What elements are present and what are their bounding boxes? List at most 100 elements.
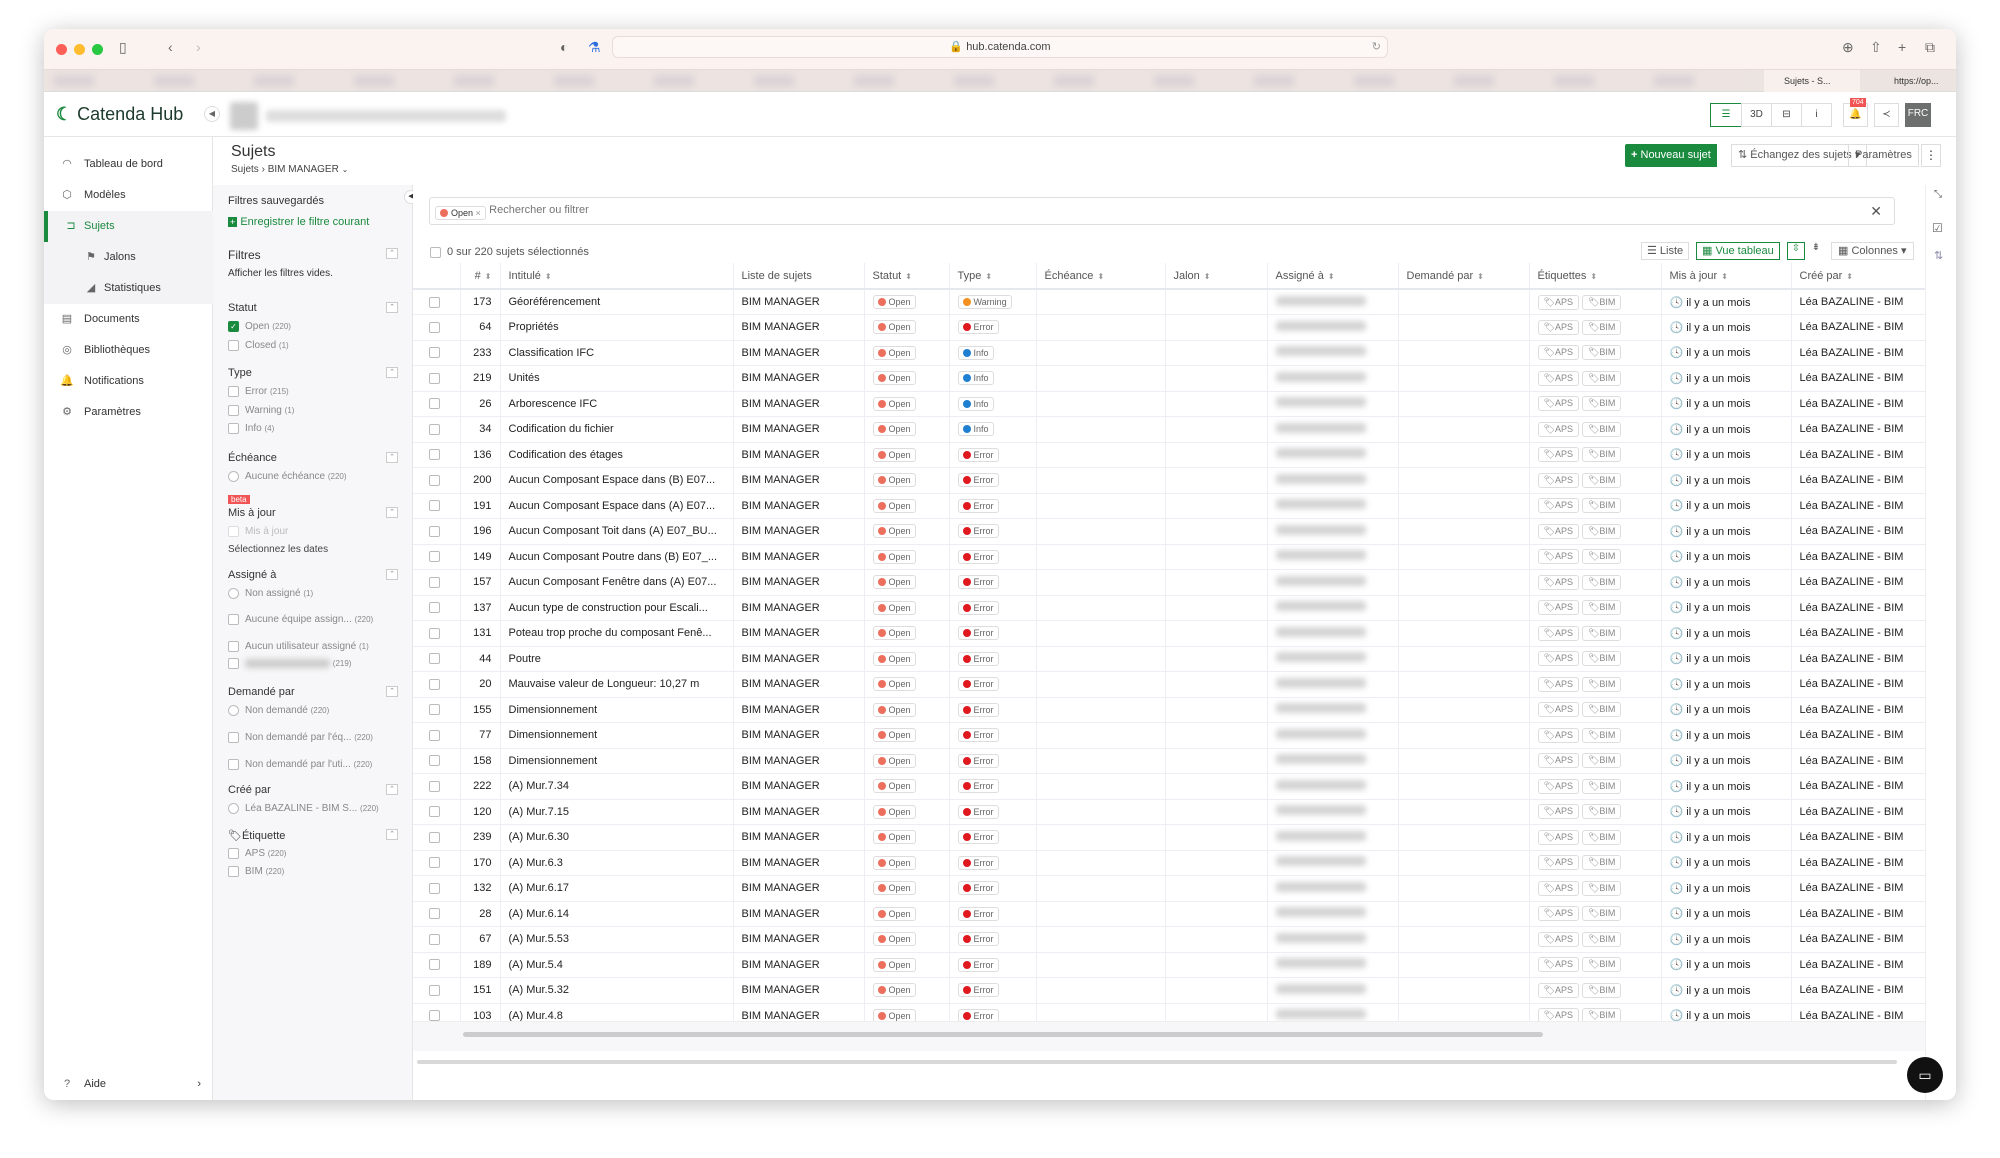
list-view-toggle[interactable]: ☰ Liste (1641, 242, 1690, 260)
filter-option-user[interactable]: (219) (228, 658, 351, 669)
sort-icon[interactable]: ⬍ (545, 272, 552, 281)
search-filter-bar[interactable]: Open × ✕ (429, 197, 1895, 225)
table-row[interactable]: 155 Dimensionnement BIM MANAGER Open Error 🏷A… (413, 697, 1955, 723)
row-checkbox[interactable] (429, 474, 440, 486)
chevron-down-icon[interactable]: ⌄ (342, 165, 349, 174)
table-row[interactable]: 219 Unités BIM MANAGER Open Info 🏷APS 🏷BIM 🕓 il… (413, 365, 1955, 392)
tab-sujets[interactable]: Sujets - S... (1764, 70, 1860, 92)
compact-rows-button[interactable]: ⇟ (1807, 242, 1825, 260)
filter-option-unassigned[interactable]: Non assigné (1) (228, 588, 313, 599)
sort-icon[interactable]: ⇅ (1934, 249, 1943, 262)
row-checkbox[interactable] (429, 551, 440, 563)
filter-option-no-team[interactable]: Aucune équipe assign... (220) (228, 614, 373, 625)
column-header[interactable]: Échéance ⬍ (1036, 263, 1166, 290)
project-selector[interactable] (266, 110, 506, 122)
sort-icon[interactable]: ⬍ (1328, 272, 1335, 281)
row-checkbox[interactable] (429, 729, 440, 741)
row-checkbox[interactable] (429, 423, 440, 435)
reload-icon[interactable]: ↻ (1372, 37, 1381, 57)
table-row[interactable]: 158 Dimensionnement BIM MANAGER Open Error 🏷A… (413, 748, 1955, 774)
row-checkbox[interactable] (429, 831, 440, 843)
tab-other[interactable]: https://op... (1874, 70, 1954, 92)
issue-title[interactable]: Géoréférencement (500, 289, 734, 315)
row-checkbox[interactable] (429, 398, 440, 410)
collapse-icon[interactable]: ⌃ (386, 452, 398, 463)
table-row[interactable]: 131 Poteau trop proche du composant Fenê.… (413, 620, 1955, 647)
tabs-overview-icon[interactable]: ⧉ (1925, 39, 1935, 56)
filter-option-open[interactable]: ✓ Open (220) (228, 321, 291, 332)
issue-title[interactable]: (A) Mur.5.32 (500, 977, 734, 1004)
clear-search-icon[interactable]: ✕ (1870, 203, 1882, 220)
table-row[interactable]: 77 Dimensionnement BIM MANAGER Open Error 🏷AP… (413, 722, 1955, 749)
select-all-checkbox[interactable] (430, 246, 441, 258)
sort-icon[interactable]: ⬍ (1477, 272, 1484, 281)
save-current-filter-link[interactable]: + Enregistrer le filtre courant (228, 216, 369, 228)
row-checkbox[interactable] (429, 933, 440, 945)
collapse-icon[interactable]: ⌃ (386, 507, 398, 518)
row-checkbox[interactable] (429, 525, 440, 537)
sort-icon[interactable]: ⬍ (1097, 272, 1104, 281)
issue-title[interactable]: Aucun Composant Espace dans (B) E07... (500, 467, 734, 494)
collapse-fullscreen-icon[interactable]: ⤡ (1934, 189, 1942, 200)
issue-title[interactable]: Aucun Composant Espace dans (A) E07... (500, 493, 734, 519)
checkbox[interactable] (228, 386, 239, 397)
column-header[interactable]: Jalon ⬍ (1165, 263, 1268, 290)
collapse-icon[interactable]: ⌃ (386, 829, 398, 840)
issue-title[interactable]: Codification des étages (500, 442, 734, 468)
show-empty-filters-link[interactable]: Afficher les filtres vides. (228, 268, 333, 279)
breadcrumb-root[interactable]: Sujets (231, 164, 259, 175)
table-row[interactable]: 64 Propriétés BIM MANAGER Open Error 🏷APS 🏷BIM… (413, 314, 1955, 341)
issue-title[interactable]: (A) Mur.6.30 (500, 824, 734, 851)
column-header[interactable]: # ⬍ (460, 263, 501, 290)
search-input[interactable] (489, 204, 1690, 216)
column-header[interactable]: Demandé par ⬍ (1398, 263, 1530, 290)
user-avatar[interactable]: FRC (1905, 103, 1931, 127)
checkbox-checked[interactable]: ✓ (228, 321, 239, 332)
3d-view-button[interactable]: 3D (1741, 103, 1772, 127)
share-button[interactable]: ≺ (1874, 103, 1899, 127)
row-checkbox[interactable] (429, 984, 440, 996)
collapse-icon[interactable]: ⌃ (386, 367, 398, 378)
issue-title[interactable]: Mauvaise valeur de Longueur: 10,27 m (500, 671, 734, 698)
checkbox[interactable] (228, 658, 239, 669)
collapse-icon[interactable]: ⌃ (386, 569, 398, 580)
filter-option-not-requested-user[interactable]: Non demandé par l'uti... (220) (228, 759, 372, 770)
issue-title[interactable]: Aucun Composant Poutre dans (B) E07_... (500, 544, 734, 570)
row-checkbox[interactable] (429, 678, 440, 690)
filter-option-info[interactable]: Info (4) (228, 423, 274, 434)
radio[interactable] (228, 471, 239, 482)
row-checkbox[interactable] (429, 449, 440, 461)
sidebar-item-libraries[interactable]: ◎ Bibliothèques (44, 335, 213, 366)
checkbox[interactable] (228, 340, 239, 351)
row-checkbox[interactable] (429, 882, 440, 894)
columns-dropdown[interactable]: ▦ Colonnes ▾ (1831, 242, 1914, 260)
minimize-window-button[interactable] (74, 43, 85, 55)
issue-title[interactable]: (A) Mur.6.17 (500, 875, 734, 902)
issue-title[interactable]: (A) Mur.6.14 (500, 901, 734, 927)
filter-option-closed[interactable]: Closed (1) (228, 340, 289, 351)
chat-support-button[interactable]: ▭ (1907, 1057, 1943, 1093)
issue-title[interactable]: (A) Mur.7.34 (500, 773, 734, 800)
remove-chip-icon[interactable]: × (476, 208, 481, 218)
filter-option-no-due-date[interactable]: Aucune échéance (220) (228, 471, 347, 482)
table-row[interactable]: 137 Aucun type de construction pour Escal… (413, 595, 1955, 621)
issue-title[interactable]: Propriétés (500, 314, 734, 341)
issue-title[interactable]: Aucun type de construction pour Escali..… (500, 595, 734, 621)
row-checkbox[interactable] (429, 296, 440, 308)
filter-option-creator[interactable]: Léa BAZALINE - BIM S... (220) (228, 803, 379, 814)
address-bar[interactable]: 🔒 hub.catenda.com ↻ (612, 36, 1388, 58)
settings-button[interactable]: Paramètres (1848, 144, 1919, 167)
table-row[interactable]: 200 Aucun Composant Espace dans (B) E07..… (413, 467, 1955, 494)
catenda-logo[interactable]: ☾ Catenda Hub (56, 104, 183, 125)
sort-icon[interactable]: ⬍ (1846, 272, 1853, 281)
row-checkbox[interactable] (429, 780, 440, 792)
expand-rows-button[interactable]: ⇳ (1787, 242, 1805, 260)
row-checkbox[interactable] (429, 602, 440, 614)
column-header[interactable]: Assigné à ⬍ (1267, 263, 1399, 290)
row-checkbox[interactable] (429, 321, 440, 333)
issue-title[interactable]: (A) Mur.5.53 (500, 926, 734, 953)
collapse-icon[interactable]: ⌃ (386, 302, 398, 313)
issue-title[interactable]: Classification IFC (500, 340, 734, 366)
issue-title[interactable]: Dimensionnement (500, 748, 734, 774)
row-checkbox[interactable] (429, 857, 440, 869)
